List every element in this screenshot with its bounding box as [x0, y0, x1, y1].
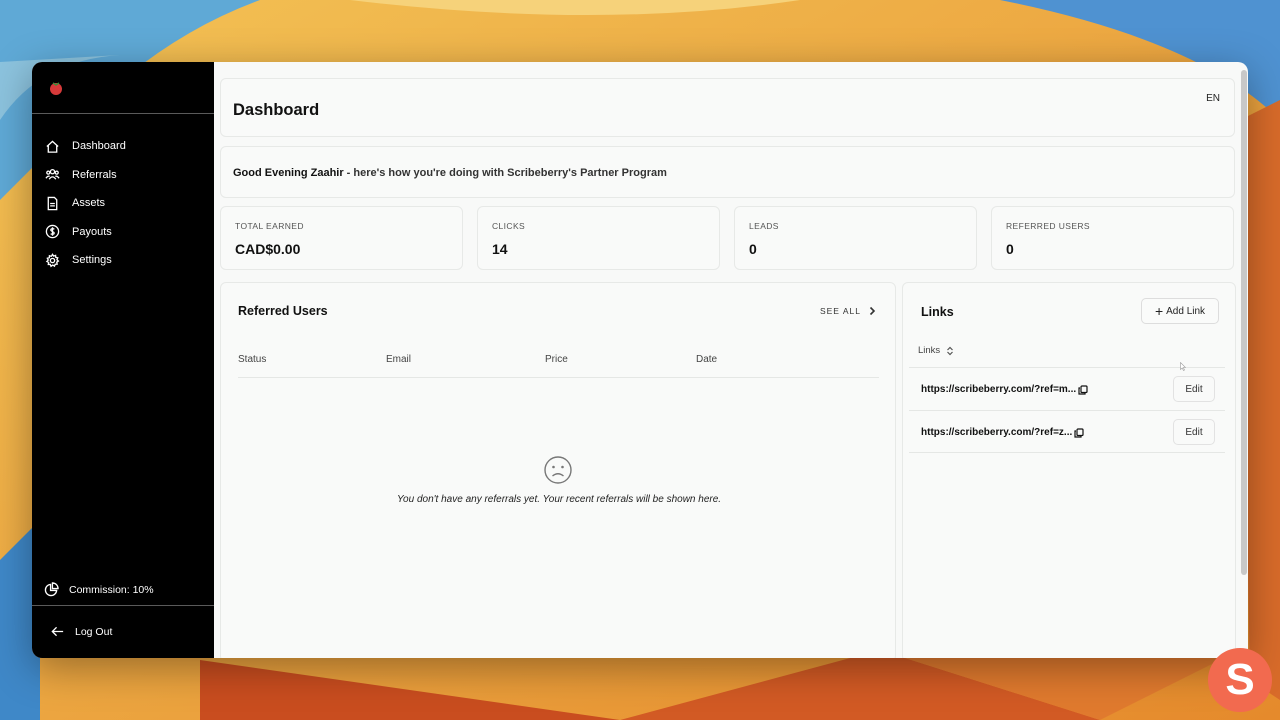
- commission-rate: Commission: 10%: [44, 582, 154, 597]
- stat-value: 0: [749, 241, 757, 257]
- sort-icon: [947, 346, 954, 355]
- stat-label: REFERRED USERS: [1006, 221, 1091, 231]
- link-row: https://scribeberry.com/?ref=z... Edit: [909, 410, 1225, 453]
- link-url-text: https://scribeberry.com/?ref=m...: [921, 384, 1077, 395]
- sidebar: Dashboard Referrals Assets Payouts Setti…: [32, 62, 214, 658]
- referred-users-table-header: Status Email Price Date: [238, 354, 879, 378]
- mouse-cursor-icon: [1180, 362, 1186, 371]
- links-card: Links + Add Link Links https://scribeber…: [902, 282, 1236, 658]
- links-column-sort[interactable]: Links: [918, 345, 954, 356]
- greeting-rest: - here's how you're doing with Scribeber…: [343, 167, 667, 179]
- stat-value: CAD$0.00: [235, 241, 301, 257]
- page-title: Dashboard: [233, 101, 320, 119]
- app-window: Dashboard Referrals Assets Payouts Setti…: [32, 62, 1248, 658]
- stat-value: 0: [1006, 241, 1014, 257]
- column-header-email: Email: [386, 354, 412, 365]
- link-row: https://scribeberry.com/?ref=m... Edit: [909, 367, 1225, 410]
- column-header-date: Date: [696, 354, 718, 365]
- pie-chart-icon: [44, 582, 59, 597]
- links-title: Links: [921, 305, 954, 319]
- column-header-status: Status: [238, 354, 267, 365]
- stat-label: CLICKS: [492, 221, 526, 231]
- edit-link-button[interactable]: Edit: [1173, 419, 1215, 445]
- commission-label: Commission: 10%: [69, 583, 154, 596]
- sidebar-nav: Dashboard Referrals Assets Payouts Setti…: [44, 132, 204, 275]
- sidebar-divider: [32, 605, 214, 606]
- greeting-card: Good Evening Zaahir - here's how you're …: [220, 146, 1235, 198]
- page-scrollbar[interactable]: [1241, 70, 1247, 575]
- sidebar-item-referrals[interactable]: Referrals: [44, 161, 204, 190]
- stat-card-leads: LEADS 0: [734, 206, 977, 270]
- sidebar-item-dashboard[interactable]: Dashboard: [44, 132, 204, 161]
- see-all-link[interactable]: SEE ALL: [820, 306, 877, 316]
- referred-users-title: Referred Users: [238, 304, 328, 318]
- sidebar-item-label: Payouts: [72, 225, 112, 238]
- sidebar-item-label: Dashboard: [72, 140, 126, 153]
- empty-state-message: You don't have any referrals yet. Your r…: [396, 494, 722, 505]
- strawberry-logo-icon[interactable]: [48, 80, 64, 96]
- stat-label: LEADS: [749, 221, 779, 231]
- add-link-button[interactable]: + Add Link: [1141, 298, 1219, 324]
- sidebar-item-settings[interactable]: Settings: [44, 246, 204, 275]
- users-icon: [44, 167, 60, 183]
- greeting-name: Good Evening Zaahir: [233, 167, 344, 179]
- main-content: Dashboard EN Good Evening Zaahir - here'…: [214, 62, 1248, 658]
- add-link-label: Add Link: [1166, 305, 1206, 317]
- language-selector[interactable]: EN: [1206, 93, 1220, 104]
- sidebar-item-assets[interactable]: Assets: [44, 189, 204, 218]
- page-header: Dashboard EN: [220, 78, 1235, 137]
- gear-icon: [44, 252, 60, 268]
- sidebar-item-payouts[interactable]: Payouts: [44, 218, 204, 247]
- link-url-text: https://scribeberry.com/?ref=z...: [921, 427, 1073, 438]
- chevron-right-icon: [869, 306, 876, 316]
- sidebar-item-label: Assets: [72, 197, 106, 210]
- sidebar-divider: [32, 113, 214, 114]
- stat-card-referred-users: REFERRED USERS 0: [991, 206, 1234, 270]
- copy-icon[interactable]: [1074, 427, 1084, 438]
- column-header-price: Price: [545, 354, 568, 365]
- sidebar-item-label: Settings: [72, 254, 112, 267]
- referred-users-card: Referred Users SEE ALL Status Email Pric…: [220, 282, 896, 658]
- copy-icon[interactable]: [1078, 384, 1088, 395]
- arrow-left-icon: [50, 624, 65, 639]
- link-url: https://scribeberry.com/?ref=m...: [921, 384, 1088, 395]
- sidebar-item-label: Referrals: [72, 168, 117, 181]
- logout-label: Log Out: [75, 625, 113, 638]
- sad-face-icon: [544, 456, 572, 484]
- dollar-icon: [44, 224, 60, 240]
- plus-icon: +: [1154, 303, 1164, 319]
- edit-link-button[interactable]: Edit: [1173, 376, 1215, 402]
- home-icon: [44, 138, 60, 154]
- greeting-text: Good Evening Zaahir - here's how you're …: [233, 167, 667, 179]
- logout-button[interactable]: Log Out: [50, 624, 112, 639]
- scribeberry-badge: S: [1208, 648, 1272, 712]
- stat-card-total-earned: TOTAL EARNED CAD$0.00: [220, 206, 463, 270]
- see-all-label: SEE ALL: [819, 306, 861, 316]
- stat-value: 14: [492, 241, 508, 257]
- stat-label: TOTAL EARNED: [235, 221, 304, 231]
- link-url: https://scribeberry.com/?ref=z...: [921, 427, 1084, 438]
- links-column-header: Links: [918, 345, 941, 356]
- stat-card-clicks: CLICKS 14: [477, 206, 720, 270]
- document-icon: [44, 195, 60, 211]
